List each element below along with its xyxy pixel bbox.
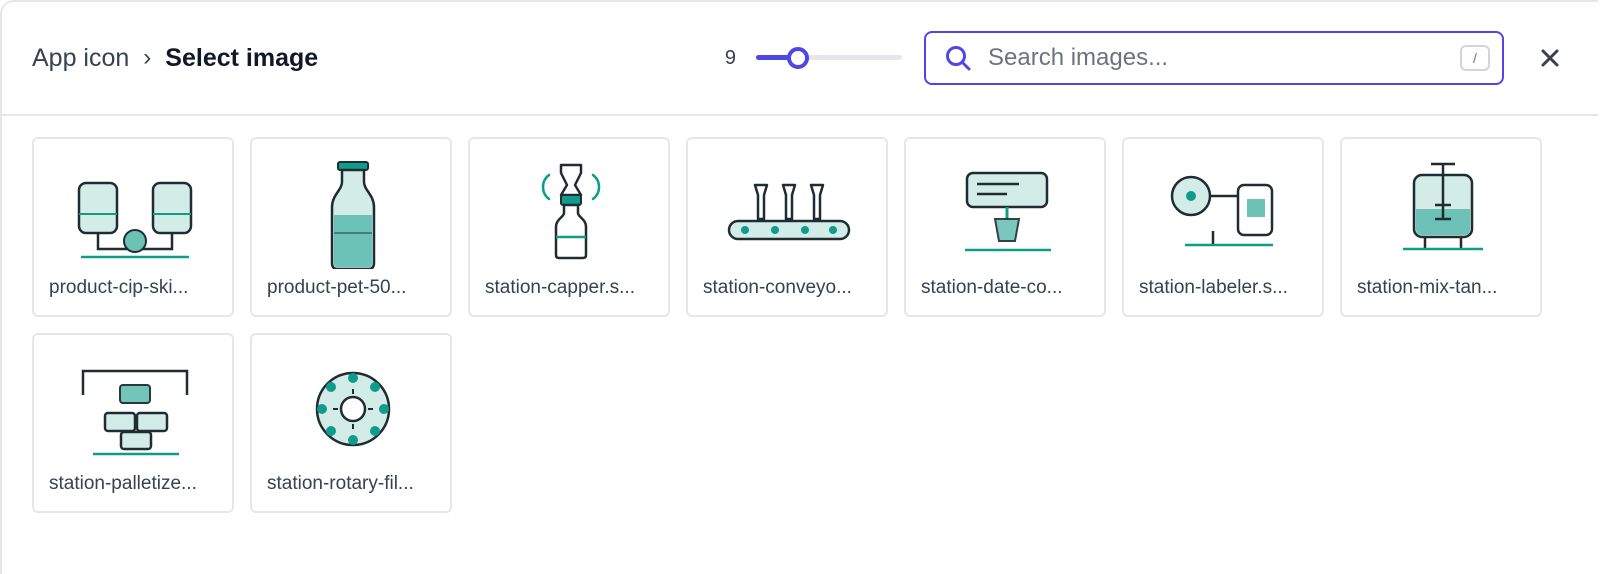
labeler-icon (1170, 175, 1274, 247)
zoom-slider[interactable] (756, 47, 902, 69)
zoom-value: 9 (724, 46, 736, 69)
close-button[interactable] (1532, 40, 1568, 76)
cip-skid-icon (77, 181, 193, 259)
close-icon (1541, 49, 1559, 67)
breadcrumb-current: Select image (165, 43, 319, 72)
image-tile[interactable]: station-capper.s... (468, 137, 670, 317)
breadcrumb-parent[interactable]: App icon (32, 44, 129, 73)
image-picker-dialog: App icon › Select image 9 / (0, 0, 1598, 574)
image-tile[interactable]: station-date-co... (904, 137, 1106, 317)
search-shortcut-hint: / (1460, 45, 1490, 71)
image-tile-label: station-palletize... (49, 473, 197, 494)
image-tile[interactable]: station-rotary-fil... (250, 333, 452, 513)
conveyor-icon (727, 183, 851, 241)
image-tile[interactable]: station-conveyo... (686, 137, 888, 317)
mix-tank-icon (1403, 162, 1483, 251)
image-tile[interactable]: station-mix-tan... (1340, 137, 1542, 317)
capper-icon (541, 163, 601, 260)
image-tile-label: product-pet-50... (267, 277, 407, 298)
pet-bottle-icon (330, 161, 376, 269)
image-tile[interactable]: station-palletize... (32, 333, 234, 513)
palletizer-icon (81, 369, 189, 456)
image-tile-label: station-conveyo... (703, 277, 852, 298)
rotary-filler-icon (315, 371, 391, 447)
image-tile-label: station-labeler.s... (1139, 277, 1288, 298)
zoom-slider-thumb[interactable] (786, 47, 809, 69)
breadcrumb-separator: › (143, 44, 152, 71)
dialog-header: App icon › Select image 9 / (2, 2, 1598, 116)
search-input[interactable] (986, 43, 1460, 73)
date-coder-icon (965, 171, 1051, 252)
image-tile-label: station-rotary-fil... (267, 473, 414, 494)
breadcrumb: App icon › Select image (32, 44, 318, 73)
image-grid: product-cip-ski... product-pet-50... sta (32, 137, 1542, 513)
image-tile-label: station-date-co... (921, 277, 1063, 298)
image-tile-label: station-capper.s... (485, 277, 635, 298)
image-tile-label: station-mix-tan... (1357, 277, 1498, 298)
image-tile[interactable]: product-pet-50... (250, 137, 452, 317)
search-icon (946, 46, 971, 71)
search-box[interactable]: / (924, 31, 1504, 85)
image-tile[interactable]: product-cip-ski... (32, 137, 234, 317)
image-tile-label: product-cip-ski... (49, 277, 189, 298)
image-tile[interactable]: station-labeler.s... (1122, 137, 1324, 317)
